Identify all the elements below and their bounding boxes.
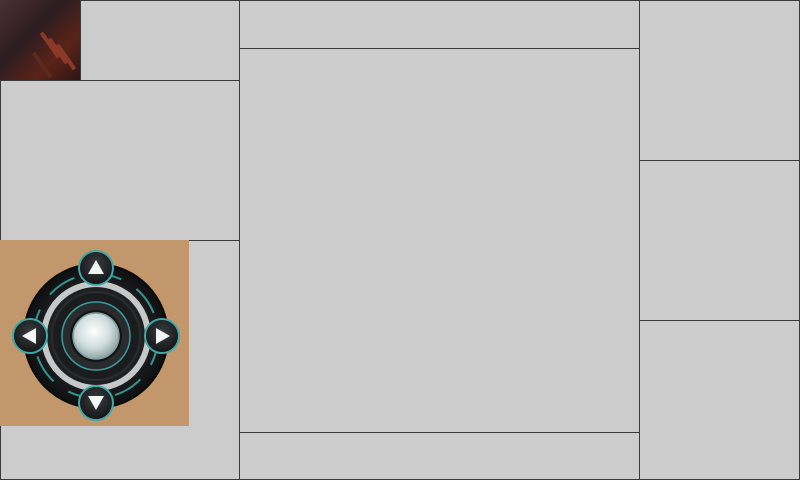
top-bar-panel [239,0,640,49]
character-thumbnail[interactable] [0,0,81,81]
slot-panel-left-middle[interactable] [0,80,240,241]
character-portrait-icon [0,0,81,81]
center-action-button-icon[interactable] [70,310,122,362]
bottom-bar-panel [239,432,640,480]
arrow-down-icon[interactable] [78,385,114,421]
slot-panel-right-bottom[interactable] [639,320,800,480]
arrow-left-icon[interactable] [12,318,48,354]
slot-panel-right-top[interactable] [639,0,800,161]
slot-panel-right-middle[interactable] [639,160,800,321]
dpad-controller[interactable] [0,240,189,426]
dpad-graphic [12,250,180,421]
arrow-up-icon[interactable] [78,250,114,286]
slot-panel-top-left[interactable] [80,0,240,81]
main-view-panel[interactable] [239,48,640,433]
arrow-right-icon[interactable] [144,318,180,354]
